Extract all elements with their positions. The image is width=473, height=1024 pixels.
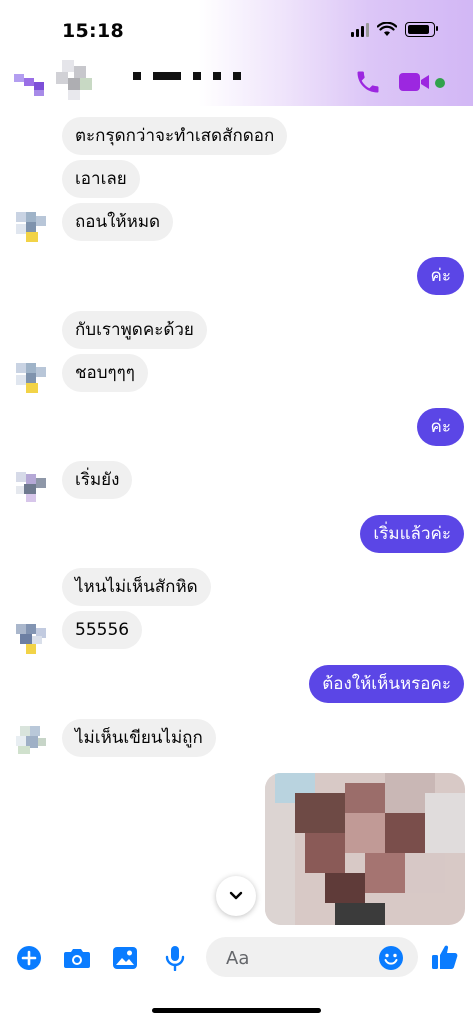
- sender-avatar[interactable]: [16, 624, 46, 654]
- message-input[interactable]: [224, 945, 378, 971]
- message-incoming[interactable]: ชอบๆๆๆ: [62, 354, 148, 392]
- message-incoming[interactable]: ไหนไม่เห็นสักหิด: [62, 568, 211, 606]
- wifi-icon: [377, 22, 397, 36]
- contact-avatar[interactable]: [52, 60, 100, 104]
- sender-avatar[interactable]: [16, 472, 46, 502]
- message-incoming[interactable]: เริ่มยัง: [62, 461, 133, 499]
- message-outgoing[interactable]: ค่ะ: [417, 408, 464, 446]
- online-status-dot: [435, 78, 445, 88]
- sender-avatar[interactable]: [16, 363, 46, 393]
- phone-call-icon[interactable]: [354, 68, 382, 96]
- thumbs-up-icon[interactable]: [431, 943, 459, 971]
- sender-avatar[interactable]: [16, 726, 46, 756]
- contact-name-redacted[interactable]: [133, 72, 241, 80]
- emoji-icon[interactable]: [378, 945, 404, 971]
- microphone-icon[interactable]: [162, 945, 188, 971]
- message-outgoing[interactable]: เริ่มแล้วค่ะ: [360, 515, 464, 553]
- message-incoming[interactable]: กับเราพูดคะด้วย: [62, 311, 207, 349]
- message-incoming[interactable]: ถอนให้หมด: [62, 203, 174, 241]
- message-incoming[interactable]: ไม่เห็นเขียนไม่ถูก: [62, 719, 216, 757]
- message-outgoing[interactable]: ค่ะ: [417, 257, 464, 295]
- message-incoming[interactable]: 55556: [62, 611, 143, 649]
- message-incoming[interactable]: ตะกรุดกว่าจะทำเสดสักดอก: [62, 117, 288, 155]
- photo-message[interactable]: [265, 773, 465, 925]
- video-call-icon[interactable]: [398, 70, 432, 94]
- status-icons: [351, 22, 438, 37]
- scroll-to-bottom-button[interactable]: [216, 876, 256, 916]
- message-outgoing[interactable]: ต้องให้เห็นหรอคะ: [309, 665, 464, 703]
- message-incoming[interactable]: เอาเลย: [62, 160, 140, 198]
- chevron-down-icon: [229, 891, 243, 900]
- battery-icon: [405, 22, 438, 37]
- status-time: 15:18: [62, 20, 124, 42]
- plus-icon[interactable]: [16, 945, 42, 971]
- camera-icon[interactable]: [63, 945, 91, 971]
- cellular-signal-icon: [351, 22, 369, 37]
- home-indicator: [152, 1008, 321, 1013]
- sender-avatar[interactable]: [16, 212, 46, 242]
- gallery-icon[interactable]: [112, 945, 138, 971]
